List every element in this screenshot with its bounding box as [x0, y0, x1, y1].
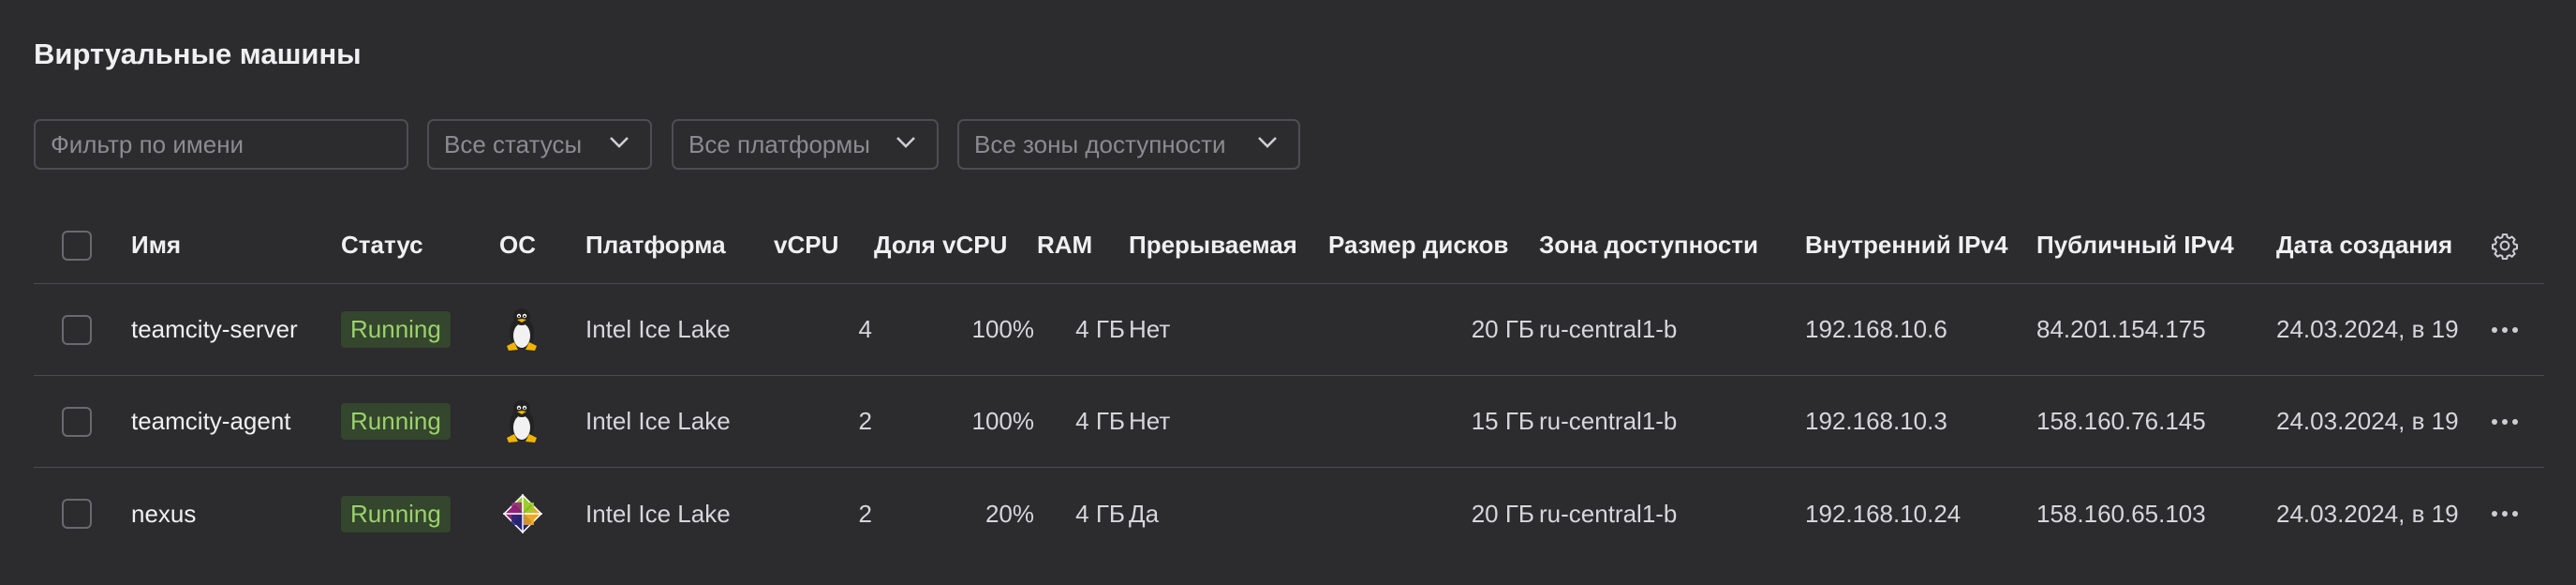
select-all-checkbox[interactable]: [62, 230, 92, 261]
row-checkbox-cell[interactable]: [62, 376, 99, 467]
ram-cell: 4 ГБ: [1075, 499, 1125, 528]
vm-name-link[interactable]: nexus: [131, 468, 337, 560]
gear-icon: [2492, 232, 2518, 260]
table-settings-button[interactable]: [2486, 207, 2524, 283]
name-filter-field[interactable]: [34, 119, 408, 170]
col-preemptible-header[interactable]: Прерываемая: [1129, 207, 1316, 283]
vm-list-page: Виртуальные машины Все статусы Все платф…: [0, 0, 2576, 585]
col-platform-header[interactable]: Платформа: [585, 207, 773, 283]
status-filter-select[interactable]: Все статусы: [427, 119, 652, 170]
vm-table: Имя Статус ОС Платформа vCPU Доля vCPU R…: [34, 207, 2544, 560]
status-badge: Running: [341, 495, 451, 532]
preemptible-cell: Нет: [1129, 407, 1171, 435]
row-actions-button[interactable]: [2486, 468, 2524, 560]
col-zone-header[interactable]: Зона доступности: [1539, 207, 1783, 283]
zone-cell: ru-central1-b: [1539, 407, 1678, 435]
vcpu-cell: 2: [858, 499, 872, 528]
status-cell: Running: [341, 468, 481, 560]
col-name-header[interactable]: Имя: [131, 207, 318, 283]
select-all-checkbox-cell[interactable]: [62, 207, 99, 283]
table-row[interactable]: nexus Running Intel Ice Lake 2 20% 4 ГБ …: [34, 468, 2544, 560]
ram-cell: 4 ГБ: [1075, 315, 1125, 343]
public-ip-cell: 158.160.65.103: [2036, 499, 2206, 528]
platform-cell: Intel Ice Lake: [585, 499, 731, 528]
created-cell: 24.03.2024, в 19: [2276, 315, 2459, 343]
col-vcpu-share-header[interactable]: Доля vCPU: [874, 207, 1043, 283]
col-ram-header[interactable]: RAM: [1037, 207, 1112, 283]
created-cell: 24.03.2024, в 19: [2276, 407, 2459, 435]
row-actions-button[interactable]: [2486, 376, 2524, 467]
vm-name-link[interactable]: teamcity-agent: [131, 376, 337, 467]
vcpu-cell: 4: [858, 315, 872, 343]
page-title: Виртуальные машины: [34, 38, 362, 70]
table-row[interactable]: teamcity-agent Running Intel Ice Lake 2 …: [34, 376, 2544, 468]
zone-filter-value: Все зоны доступности: [974, 129, 1226, 158]
zone-cell: ru-central1-b: [1539, 315, 1678, 343]
name-filter-input[interactable]: [51, 129, 407, 159]
row-actions-button[interactable]: [2486, 284, 2524, 375]
col-os-header[interactable]: ОС: [499, 207, 574, 283]
chevron-down-icon: [896, 137, 915, 148]
col-created-header[interactable]: Дата создания: [2276, 207, 2482, 283]
platform-cell: Intel Ice Lake: [585, 315, 731, 343]
zone-cell: ru-central1-b: [1539, 499, 1678, 528]
more-dots-icon: [2492, 326, 2518, 333]
disk-size-cell: 20 ГБ: [1471, 499, 1534, 528]
vcpu-share-cell: 100%: [971, 315, 1035, 343]
disk-size-cell: 20 ГБ: [1471, 315, 1534, 343]
chevron-down-icon: [1258, 137, 1277, 148]
disk-size-cell: 15 ГБ: [1471, 407, 1534, 435]
internal-ip-cell: 192.168.10.24: [1805, 499, 1962, 528]
status-cell: Running: [341, 376, 481, 467]
public-ip-cell: 84.201.154.175: [2036, 315, 2206, 343]
platform-filter-value: Все платформы: [688, 129, 870, 158]
public-ip-cell: 158.160.76.145: [2036, 407, 2206, 435]
col-disk-size-header[interactable]: Размер дисков: [1328, 207, 1534, 283]
linux-tux-icon: [507, 399, 537, 442]
row-checkbox[interactable]: [62, 314, 92, 345]
vcpu-share-cell: 20%: [985, 499, 1034, 528]
more-dots-icon: [2492, 511, 2518, 517]
ram-cell: 4 ГБ: [1075, 407, 1125, 435]
status-badge: Running: [341, 403, 451, 440]
vcpu-cell: 2: [858, 407, 872, 435]
zone-filter-select[interactable]: Все зоны доступности: [957, 119, 1300, 170]
created-cell: 24.03.2024, в 19: [2276, 499, 2459, 528]
row-checkbox-cell[interactable]: [62, 468, 99, 560]
status-filter-value: Все статусы: [444, 129, 583, 158]
centos-icon: [503, 494, 542, 533]
row-checkbox[interactable]: [62, 499, 92, 529]
status-cell: Running: [341, 284, 481, 375]
col-internal-ip-header[interactable]: Внутренний IPv4: [1805, 207, 2030, 283]
internal-ip-cell: 192.168.10.3: [1805, 407, 1947, 435]
col-status-header[interactable]: Статус: [341, 207, 481, 283]
os-cell: [499, 376, 555, 467]
vcpu-share-cell: 100%: [971, 407, 1035, 435]
row-checkbox[interactable]: [62, 406, 92, 437]
col-vcpu-header[interactable]: vCPU: [774, 207, 867, 283]
linux-tux-icon: [507, 308, 537, 351]
os-cell: [499, 468, 555, 560]
table-row[interactable]: teamcity-server Running Intel Ice Lake 4…: [34, 284, 2544, 376]
os-cell: [499, 284, 555, 375]
preemptible-cell: Да: [1129, 499, 1160, 528]
preemptible-cell: Нет: [1129, 315, 1171, 343]
table-header-row: Имя Статус ОС Платформа vCPU Доля vCPU R…: [34, 207, 2544, 284]
vm-name-link[interactable]: teamcity-server: [131, 284, 337, 375]
col-public-ip-header[interactable]: Публичный IPv4: [2036, 207, 2252, 283]
platform-filter-select[interactable]: Все платформы: [672, 119, 939, 170]
more-dots-icon: [2492, 418, 2518, 425]
platform-cell: Intel Ice Lake: [585, 407, 731, 435]
status-badge: Running: [341, 311, 451, 348]
row-checkbox-cell[interactable]: [62, 284, 99, 375]
internal-ip-cell: 192.168.10.6: [1805, 315, 1947, 343]
chevron-down-icon: [610, 137, 629, 148]
